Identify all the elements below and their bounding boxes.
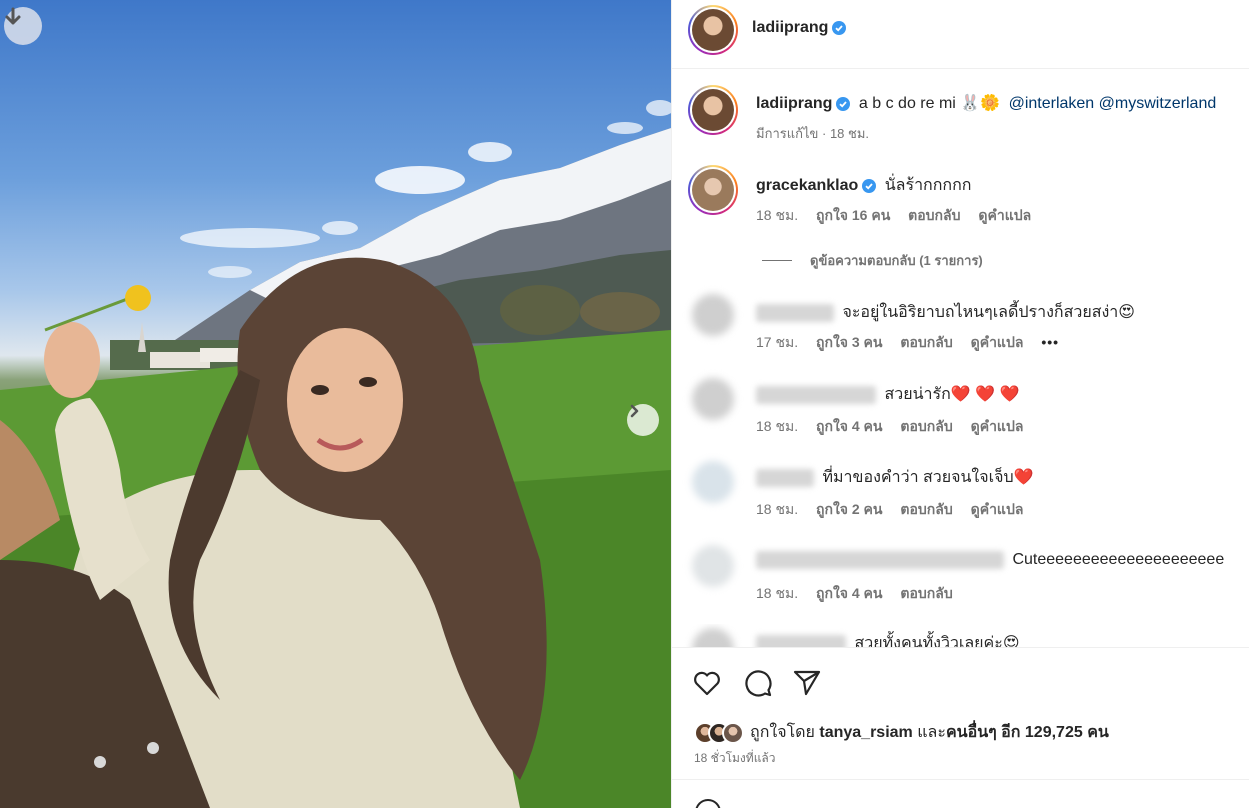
comment-likes[interactable]: ถูกใจ 3 คน (816, 334, 883, 350)
comment-text: ที่มาของคำว่า สวยจนใจเจ็บ❤️ (822, 469, 1034, 486)
view-replies-label: ดูข้อความตอบกลับ (1 รายการ) (810, 253, 983, 268)
comment-translate-button[interactable]: ดูคำแปล (971, 501, 1024, 517)
comment-meta: 18 ชม. ถูกใจ 16 คน ตอบกลับ ดูคำแปล (756, 205, 1045, 227)
comment-username-blurred[interactable] (756, 551, 1004, 569)
comment-time: 17 ชม. (756, 334, 799, 350)
caption-username[interactable]: ladiiprang (756, 95, 832, 112)
comment-line: Cuteeeeeeeeeeeeeeeeeeeee (756, 551, 1224, 569)
comment-item: สวยทั้งคนทั้งวิวเลยค่ะ😍 (672, 624, 1249, 647)
view-replies-button[interactable]: ดูข้อความตอบกลับ (1 รายการ) (762, 250, 983, 271)
caption-avatar[interactable] (688, 85, 738, 135)
comment-time: 18 ชม. (756, 418, 799, 434)
comment-meta: 18 ชม. ถูกใจ 2 คน ตอบกลับ ดูคำแปล (756, 499, 1037, 521)
comment-likes[interactable]: ถูกใจ 16 คน (816, 207, 890, 223)
author-info: ladiiprang (752, 19, 847, 37)
comment-item: gracekanklao นั่ลร้ากกกกก 18 ชม. ถูกใจ 1… (672, 165, 1249, 225)
verified-badge-icon (862, 178, 877, 193)
comment-line: จะอยู่ในอิริยาบถไหนๆเลดี้ปรางก็สวยสง่า😍 (756, 300, 1135, 325)
comment-translate-button[interactable]: ดูคำแปล (978, 207, 1031, 223)
comment-meta: 18 ชม. ถูกใจ 4 คน ตอบกลับ ดูคำแปล (756, 416, 1037, 438)
author-avatar[interactable] (688, 5, 738, 55)
author-username[interactable]: ladiiprang (752, 19, 828, 37)
comment-likes[interactable]: ถูกใจ 2 คน (816, 501, 883, 517)
comment-reply-button[interactable]: ตอบกลับ (900, 334, 952, 350)
verified-badge-icon (836, 96, 851, 111)
commenter-avatar[interactable] (692, 461, 734, 503)
liked-by-others[interactable]: คนอื่นๆ อีก 129,725 คน (946, 720, 1109, 745)
comment-time: 18 ชม. (756, 207, 799, 223)
heart-icon[interactable] (692, 668, 722, 698)
comment-item: Cuteeeeeeeeeeeeeeeeeeeee 18 ชม. ถูกใจ 4 … (672, 543, 1249, 603)
caption-meta: มีการแก้ไข · 18 ชม. (756, 126, 870, 141)
comment-line: ที่มาของคำว่า สวยจนใจเจ็บ❤️ (756, 465, 1034, 490)
comment-meta: 17 ชม. ถูกใจ 3 คน ตอบกลับ ดูคำแปล ••• (756, 332, 1073, 354)
comment-reply-button[interactable]: ตอบกลับ (908, 207, 960, 223)
comment-text: สวยทั้งคนทั้งวิวเลยค่ะ😍 (854, 635, 1020, 647)
liked-by-and: และ (917, 724, 946, 741)
liked-by-prefix: ถูกใจโดย (750, 724, 815, 741)
posted-time[interactable]: 18 ชั่วโมงที่แล้ว (694, 749, 776, 768)
caption-line: ladiiprang a b c do re mi 🐰🌼 @interlaken… (756, 93, 1216, 113)
comment-username-blurred[interactable] (756, 468, 814, 487)
comment-reply-button[interactable]: ตอบกลับ (900, 585, 952, 601)
commenter-avatar[interactable] (692, 628, 734, 647)
comment-line: สวยทั้งคนทั้งวิวเลยค่ะ😍 (756, 631, 1020, 647)
comment-line: gracekanklao นั่ลร้ากกกกก (756, 173, 972, 198)
comment-text: Cuteeeeeeeeeeeeeeeeeeeee (1012, 551, 1225, 569)
comment-username-blurred[interactable] (756, 634, 846, 647)
verified-badge-icon (832, 21, 847, 35)
post-side-panel: ladiiprang ladiiprang a b c do re mi 🐰🌼 … (671, 0, 1249, 808)
next-photo-button[interactable] (627, 404, 659, 436)
liked-by-user[interactable]: tanya_rsiam (819, 724, 912, 742)
comment-line: สวยน่ารัก❤️ ❤️ ❤️ (756, 382, 1019, 407)
comment-reply-button[interactable]: ตอบกลับ (900, 418, 952, 434)
comment-text: จะอยู่ในอิริยาบถไหนๆเลดี้ปรางก็สวยสง่า😍 (842, 304, 1135, 321)
chevron-right-icon (630, 404, 639, 418)
comment-translate-button[interactable]: ดูคำแปล (971, 418, 1024, 434)
instagram-post-view: ladiiprang ladiiprang a b c do re mi 🐰🌼 … (0, 0, 1249, 808)
post-actions: ถูกใจโดย tanya_rsiam และ คนอื่นๆ อีก 129,… (672, 647, 1249, 808)
comment-translate-button[interactable]: ดูคำแปล (971, 334, 1024, 350)
comment-item: จะอยู่ในอิริยาบถไหนๆเลดี้ปรางก็สวยสง่า😍 … (672, 292, 1249, 352)
comment-time: 18 ชม. (756, 501, 799, 517)
comment-icon[interactable] (743, 668, 773, 698)
commenter-avatar[interactable] (688, 165, 738, 215)
comment-item: ที่มาของคำว่า สวยจนใจเจ็บ❤️ 18 ชม. ถูกใจ… (672, 459, 1249, 519)
add-comment-row[interactable] (672, 779, 1249, 808)
arrow-down-icon (5, 7, 21, 25)
post-header: ladiiprang (672, 0, 1249, 69)
comment-username-blurred[interactable] (756, 385, 876, 404)
comment-meta: 18 ชม. ถูกใจ 4 คน ตอบกลับ (756, 583, 967, 605)
caption-text: a b c do re mi 🐰🌼 (858, 95, 1001, 112)
comment-likes[interactable]: ถูกใจ 4 คน (816, 418, 883, 434)
photo-scene (0, 100, 671, 808)
liked-by: ถูกใจโดย tanya_rsiam และ คนอื่นๆ อีก 129,… (694, 720, 1109, 745)
comment-item: สวยน่ารัก❤️ ❤️ ❤️ 18 ชม. ถูกใจ 4 คน ตอบก… (672, 376, 1249, 436)
comment-likes[interactable]: ถูกใจ 4 คน (816, 585, 883, 601)
comment-username[interactable]: gracekanklao (756, 177, 858, 194)
comment-more-button[interactable]: ••• (1041, 334, 1059, 350)
comment-time: 18 ชม. (756, 585, 799, 601)
commenter-avatar[interactable] (692, 545, 734, 587)
comment-username-blurred[interactable] (756, 303, 834, 322)
post-photo[interactable] (0, 0, 671, 808)
comment-text: นั่ลร้ากกกกก (884, 177, 972, 194)
comment-reply-button[interactable]: ตอบกลับ (900, 501, 952, 517)
emoji-icon[interactable] (694, 798, 722, 808)
download-button[interactable] (4, 7, 42, 45)
send-icon[interactable] (792, 667, 822, 697)
comment-text: สวยน่ารัก❤️ ❤️ ❤️ (884, 386, 1020, 403)
commenter-avatar[interactable] (692, 378, 734, 420)
caption-mentions[interactable]: @interlaken @myswitzerland (1009, 95, 1217, 112)
replies-divider (762, 260, 792, 261)
commenter-avatar[interactable] (692, 294, 734, 336)
liker-avatar (722, 721, 744, 744)
post-caption: ladiiprang a b c do re mi 🐰🌼 @interlaken… (672, 83, 1249, 143)
